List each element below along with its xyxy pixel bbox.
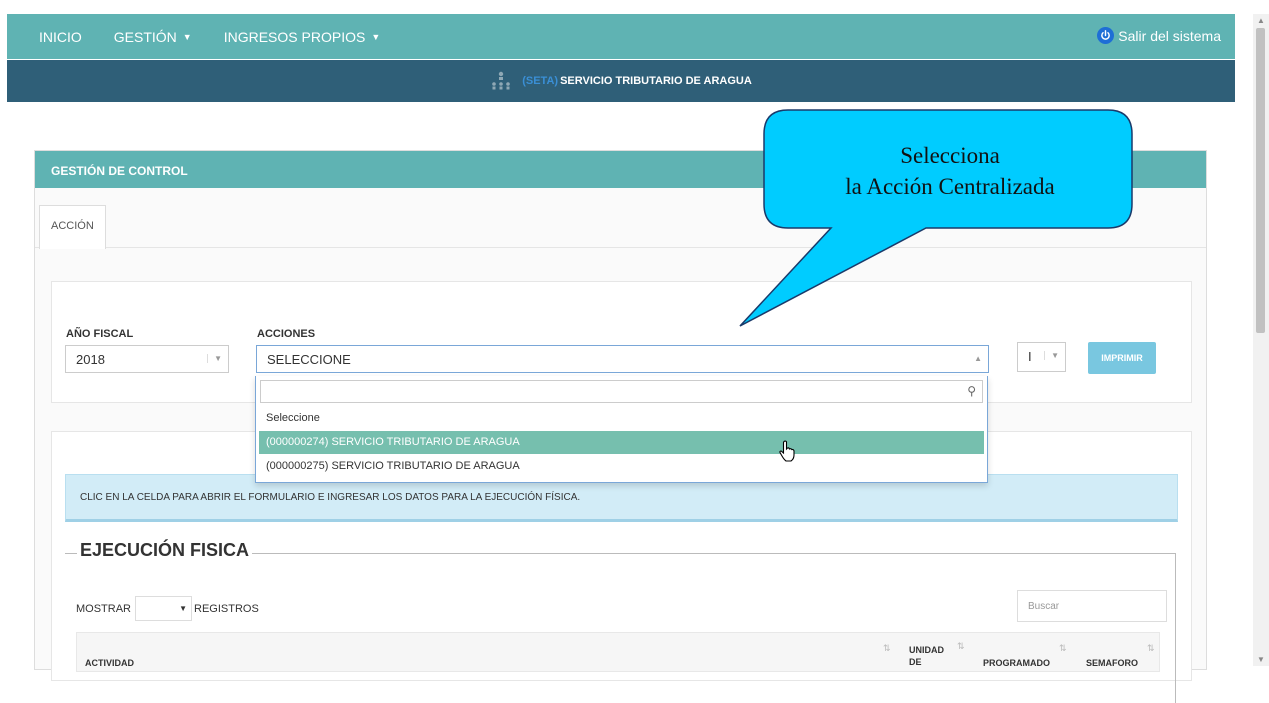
nav-inicio-label: INICIO — [39, 28, 82, 45]
nav-ingresos-label: INGRESOS PROPIOS — [223, 28, 366, 45]
scroll-up-icon[interactable]: ▲ — [1257, 16, 1265, 25]
quarter-value: I — [1028, 349, 1032, 364]
org-banner: (SETA) SERVICIO TRIBUTARIO DE ARAGUA — [7, 60, 1235, 102]
chevron-down-icon: ▼ — [1044, 351, 1059, 360]
col-programmed[interactable]: PROGRAMADO — [983, 658, 1050, 668]
search-icon: ⚲ — [967, 384, 976, 398]
table-header: ACTIVIDAD ⇅ UNIDAD DE ⇅ PROGRAMADO ⇅ SEM… — [76, 632, 1160, 672]
dropdown-option[interactable]: Seleccione — [259, 407, 984, 430]
fieldset-border — [65, 553, 1176, 703]
actions-label: ACCIONES — [257, 328, 316, 340]
banner-acronym: (SETA) — [522, 75, 559, 87]
top-navbar: INICIO GESTIÓN ▼ INGRESOS PROPIOS ▼ Salir … — [7, 14, 1235, 59]
dropdown-option[interactable]: (000000275) SERVICIO TRIBUTARIO DE ARAGU… — [259, 455, 984, 478]
tab-accion[interactable]: ACCIÓN — [39, 205, 106, 249]
org-tree-icon — [492, 71, 511, 90]
nav-ingresos-propios[interactable]: INGRESOS PROPIOS ▼ — [224, 29, 381, 45]
actions-dropdown: ⚲ Seleccione (000000274) SERVICIO TRIBUT… — [255, 376, 988, 483]
sort-icon[interactable]: ⇅ — [1059, 643, 1067, 654]
logout-link[interactable]: Salir del sistema — [1097, 27, 1221, 44]
sort-icon[interactable]: ⇅ — [883, 643, 891, 654]
caret-down-icon: ▼ — [371, 31, 381, 42]
actions-select[interactable]: SELECCIONE ▲ — [256, 345, 989, 373]
actions-value: SELECCIONE — [267, 352, 351, 367]
quarter-select[interactable]: I ▼ — [1017, 342, 1066, 372]
logout-label: Salir del sistema — [1118, 27, 1221, 44]
power-icon — [1097, 27, 1115, 44]
dropdown-option-highlighted[interactable]: (000000274) SERVICIO TRIBUTARIO DE ARAGU… — [259, 431, 984, 454]
col-activity[interactable]: ACTIVIDAD — [85, 658, 134, 668]
section-title: EJECUCIÓN FISICA — [77, 540, 253, 561]
show-label: MOSTRAR — [76, 602, 131, 615]
caret-down-icon: ▼ — [182, 31, 192, 42]
scrollbar-thumb[interactable] — [1256, 28, 1265, 333]
dropdown-search-input[interactable]: ⚲ — [260, 380, 983, 403]
scroll-down-icon[interactable]: ▼ — [1257, 655, 1265, 664]
col-unit[interactable]: UNIDAD — [909, 645, 944, 655]
nav-gestion-label: GESTIÓN — [113, 28, 177, 45]
hand-cursor-icon — [779, 440, 795, 462]
fiscal-year-select[interactable]: 2018 ▼ — [65, 345, 229, 373]
sort-icon[interactable]: ⇅ — [1147, 643, 1155, 654]
fiscal-year-label: AÑO FISCAL — [66, 328, 134, 340]
callout-line1: Selecciona — [900, 143, 1000, 168]
chevron-up-icon: ▲ — [974, 354, 982, 363]
page-length-select[interactable]: ▼ — [135, 596, 192, 621]
records-label: REGISTROS — [194, 602, 259, 615]
page-length-control: MOSTRAR ▼ REGISTROS — [76, 596, 259, 621]
banner-title: SERVICIO TRIBUTARIO DE ARAGUA — [560, 75, 752, 87]
nav-gestion[interactable]: GESTIÓN ▼ — [114, 29, 192, 45]
nav-inicio[interactable]: INICIO — [39, 29, 82, 45]
chevron-down-icon: ▼ — [207, 354, 222, 363]
search-input[interactable]: Buscar — [1017, 590, 1167, 622]
callout-text: Selecciona la Acción Centralizada — [770, 140, 1130, 202]
fiscal-year-value: 2018 — [76, 352, 105, 367]
col-semaphore[interactable]: SEMAFORO — [1086, 658, 1138, 668]
callout-line2: la Acción Centralizada — [845, 174, 1055, 199]
print-button[interactable]: IMPRIMIR — [1088, 342, 1156, 374]
sort-asc-icon[interactable]: ⇅ — [957, 641, 965, 652]
page-scrollbar[interactable]: ▲ ▼ — [1253, 14, 1269, 666]
